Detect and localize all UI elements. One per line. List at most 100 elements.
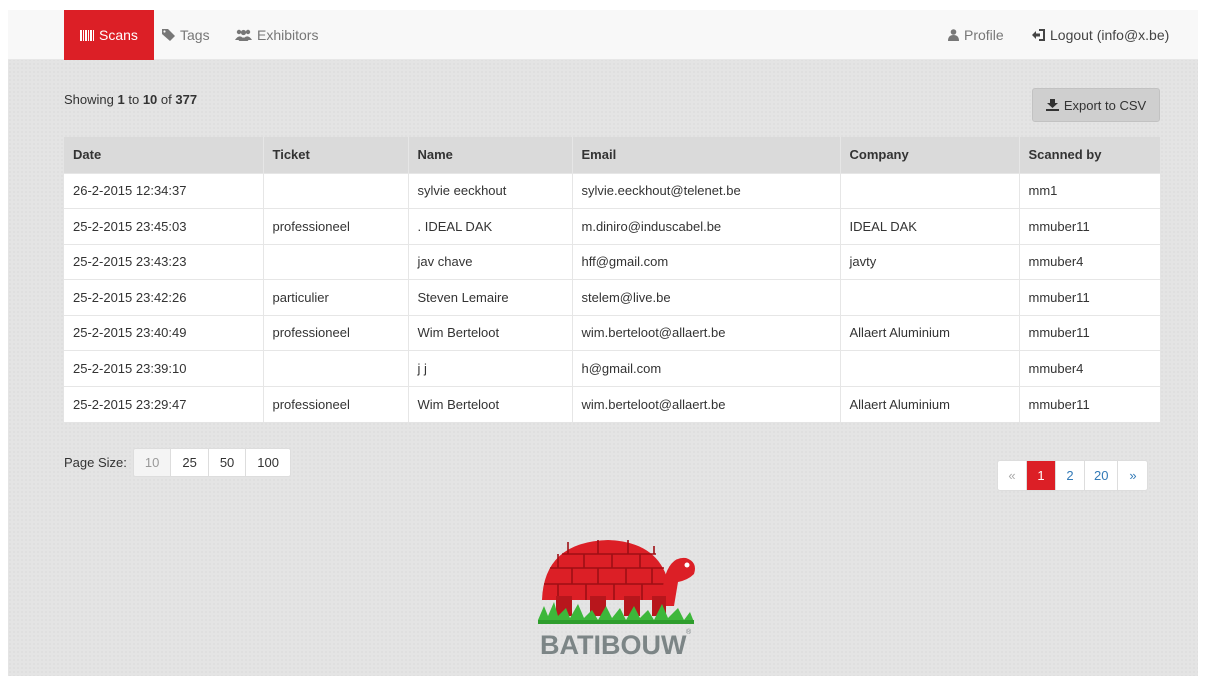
cell-company: Allaert Aluminium — [840, 314, 1020, 351]
nav-scans[interactable]: Scans — [64, 10, 154, 60]
cell-company: javty — [840, 243, 1020, 280]
export-csv-button[interactable]: Export to CSV — [1032, 88, 1160, 122]
pagination-page-20[interactable]: 20 — [1085, 461, 1119, 490]
page-size-label: Page Size: — [64, 455, 127, 470]
cell-company — [840, 350, 1020, 386]
download-icon — [1045, 99, 1059, 111]
cell-name: j j — [408, 350, 573, 386]
results-summary: Showing 1 to 10 of 377 — [64, 92, 197, 107]
pagination-page-1[interactable]: 1 — [1027, 461, 1056, 490]
summary-to-word: to — [128, 92, 140, 107]
cell-date: 26-2-2015 12:34:37 — [64, 172, 264, 209]
cell-email: wim.berteloot@allaert.be — [572, 385, 841, 422]
cell-date: 25-2-2015 23:45:03 — [64, 208, 264, 244]
nav-tags[interactable]: Tags — [162, 10, 210, 60]
nav-scans-label: Scans — [99, 27, 138, 43]
nav-logout-label: Logout (info@x.be) — [1050, 27, 1170, 43]
cell-email: h@gmail.com — [572, 350, 841, 386]
summary-to: 10 — [142, 92, 158, 107]
table-row: 25-2-2015 23:43:23 jav chave hff@gmail.c… — [64, 243, 1160, 280]
summary-from: 1 — [117, 92, 125, 107]
nav-tags-label: Tags — [180, 27, 210, 43]
pagination: « 1 2 20 » — [997, 460, 1149, 491]
cell-scanned-by: mm1 — [1019, 172, 1160, 209]
cell-date: 25-2-2015 23:40:49 — [64, 314, 264, 351]
column-header-name[interactable]: Name — [408, 137, 573, 173]
cell-ticket: professioneel — [263, 385, 409, 422]
export-csv-label: Export to CSV — [1063, 97, 1147, 113]
user-icon — [948, 29, 959, 41]
cell-name: Steven Lemaire — [408, 279, 573, 315]
cell-email: hff@gmail.com — [572, 243, 841, 280]
summary-total: 377 — [175, 92, 198, 107]
table-row: 25-2-2015 23:45:03 professioneel . IDEAL… — [64, 208, 1160, 244]
tag-icon — [162, 29, 175, 41]
top-navbar: Scans Tags Exhibitors Profile Logout (in… — [8, 10, 1198, 60]
column-header-ticket[interactable]: Ticket — [263, 137, 409, 173]
app-frame: Scans Tags Exhibitors Profile Logout (in… — [8, 10, 1198, 676]
cell-ticket — [263, 243, 409, 280]
cell-ticket: professioneel — [263, 208, 409, 244]
nav-exhibitors[interactable]: Exhibitors — [235, 10, 318, 60]
cell-company: Allaert Aluminium — [840, 385, 1020, 422]
table-row: 25-2-2015 23:40:49 professioneel Wim Ber… — [64, 314, 1160, 351]
brand-registered-mark: ® — [686, 628, 692, 636]
logout-icon — [1032, 29, 1045, 41]
summary-prefix: Showing — [64, 92, 114, 107]
column-header-company[interactable]: Company — [840, 137, 1020, 173]
cell-date: 25-2-2015 23:29:47 — [64, 385, 264, 422]
cell-scanned-by: mmuber11 — [1019, 385, 1160, 422]
table-row: 25-2-2015 23:39:10 j j h@gmail.com mmube… — [64, 350, 1160, 386]
table-header-row: Date Ticket Name Email Company Scanned b… — [64, 137, 1160, 173]
cell-name: Wim Berteloot — [408, 385, 573, 422]
column-header-email[interactable]: Email — [572, 137, 841, 173]
cell-scanned-by: mmuber11 — [1019, 314, 1160, 351]
cell-date: 25-2-2015 23:39:10 — [64, 350, 264, 386]
column-header-date[interactable]: Date — [64, 137, 264, 173]
cell-date: 25-2-2015 23:43:23 — [64, 243, 264, 280]
page-size-options: 10 25 50 100 — [132, 448, 291, 477]
pagination-next[interactable]: » — [1118, 461, 1147, 490]
table-row: 25-2-2015 23:42:26 particulier Steven Le… — [64, 279, 1160, 315]
cell-email: stelem@live.be — [572, 279, 841, 315]
batibouw-logo: BATIBOUW ® — [528, 530, 698, 665]
nav-exhibitors-label: Exhibitors — [257, 27, 319, 43]
pagination-page-2[interactable]: 2 — [1056, 461, 1085, 490]
cell-name: jav chave — [408, 243, 573, 280]
barcode-icon — [80, 29, 94, 41]
users-icon — [235, 29, 252, 41]
scans-table: Date Ticket Name Email Company Scanned b… — [64, 137, 1160, 422]
summary-of-word: of — [160, 92, 172, 107]
cell-email: sylvie.eeckhout@telenet.be — [572, 172, 841, 209]
page-size-option-10[interactable]: 10 — [133, 449, 172, 476]
nav-logout[interactable]: Logout (info@x.be) — [1032, 10, 1169, 60]
cell-scanned-by: mmuber4 — [1019, 350, 1160, 386]
cell-date: 25-2-2015 23:42:26 — [64, 279, 264, 315]
pagination-prev[interactable]: « — [998, 461, 1027, 490]
cell-company — [840, 279, 1020, 315]
cell-ticket — [263, 350, 409, 386]
cell-ticket — [263, 172, 409, 209]
column-header-scanned-by[interactable]: Scanned by — [1019, 137, 1160, 173]
cell-scanned-by: mmuber11 — [1019, 208, 1160, 244]
cell-email: wim.berteloot@allaert.be — [572, 314, 841, 351]
cell-name: sylvie eeckhout — [408, 172, 573, 209]
page-size-selector: Page Size: 10 25 50 100 — [64, 448, 291, 477]
cell-name: Wim Berteloot — [408, 314, 573, 351]
nav-profile[interactable]: Profile — [948, 10, 1004, 60]
cell-company — [840, 172, 1020, 209]
page-size-option-25[interactable]: 25 — [171, 449, 209, 476]
turtle-logo-icon: BATIBOUW ® — [538, 540, 695, 660]
cell-scanned-by: mmuber4 — [1019, 243, 1160, 280]
page-size-option-100[interactable]: 100 — [246, 449, 290, 476]
table-row: 26-2-2015 12:34:37 sylvie eeckhout sylvi… — [64, 172, 1160, 209]
nav-profile-label: Profile — [964, 27, 1004, 43]
cell-name: . IDEAL DAK — [408, 208, 573, 244]
page-size-option-50[interactable]: 50 — [208, 449, 247, 476]
cell-ticket: particulier — [263, 279, 409, 315]
cell-email: m.diniro@induscabel.be — [572, 208, 841, 244]
cell-ticket: professioneel — [263, 314, 409, 351]
cell-scanned-by: mmuber11 — [1019, 279, 1160, 315]
table-row: 25-2-2015 23:29:47 professioneel Wim Ber… — [64, 385, 1160, 422]
brand-wordmark: BATIBOUW — [540, 630, 687, 660]
